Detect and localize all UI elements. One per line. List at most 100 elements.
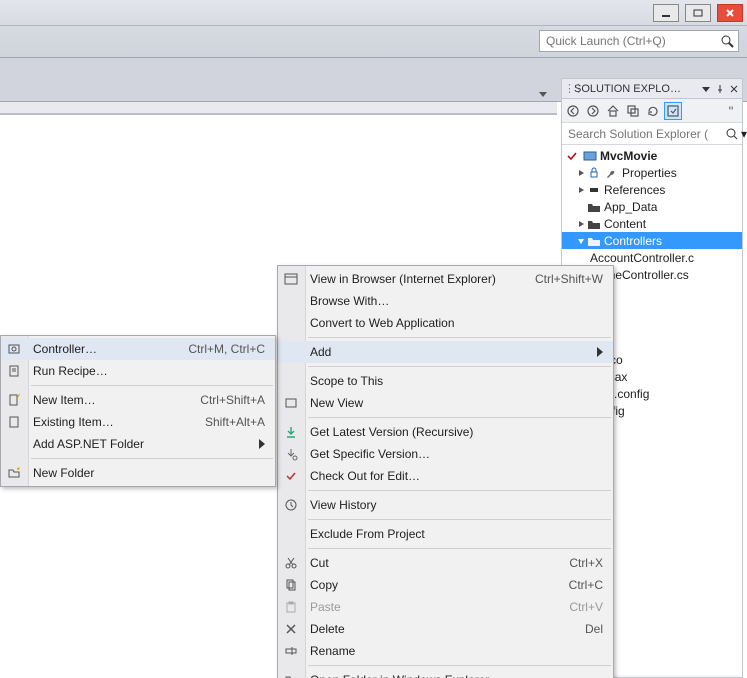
- menu-item-existing-item[interactable]: Existing Item… Shift+Alt+A: [1, 411, 275, 433]
- rename-icon: [282, 642, 300, 660]
- menu-item-exclude[interactable]: Exclude From Project: [278, 523, 613, 545]
- nav-back-icon[interactable]: [564, 102, 582, 120]
- tree-node-file[interactable]: AccountController.c: [562, 249, 742, 266]
- folder-open-icon: [282, 671, 300, 678]
- new-folder-icon: [5, 464, 23, 482]
- tree-node-properties[interactable]: Properties: [562, 164, 742, 181]
- search-icon[interactable]: [725, 127, 739, 141]
- menu-item-new-item[interactable]: New Item… Ctrl+Shift+A: [1, 389, 275, 411]
- panel-title: SOLUTION EXPLO…: [574, 83, 698, 95]
- menu-separator: [308, 490, 611, 491]
- menu-item-get-specific[interactable]: Get Specific Version…: [278, 443, 613, 465]
- menu-item-open-folder[interactable]: Open Folder in Windows Explorer: [278, 669, 613, 678]
- tree-node-solution[interactable]: MvcMovie: [562, 147, 742, 164]
- menu-label: Browse With…: [310, 294, 603, 308]
- copy-icon: [282, 576, 300, 594]
- references-icon: [586, 183, 602, 197]
- collapse-all-icon[interactable]: [624, 102, 642, 120]
- window-close-button[interactable]: [717, 4, 743, 22]
- menu-label: New View: [310, 396, 603, 410]
- pin-icon[interactable]: [714, 83, 726, 95]
- expand-icon[interactable]: [576, 220, 586, 228]
- menu-item-view-in-browser[interactable]: View in Browser (Internet Explorer) Ctrl…: [278, 268, 613, 290]
- menu-label: Delete: [310, 622, 561, 636]
- search-icon[interactable]: [720, 34, 734, 48]
- chevron-right-icon: [259, 439, 265, 449]
- menu-label: Rename: [310, 644, 603, 658]
- menu-label: Get Latest Version (Recursive): [310, 425, 603, 439]
- menu-item-convert[interactable]: Convert to Web Application: [278, 312, 613, 334]
- menu-item-view-history[interactable]: View History: [278, 494, 613, 516]
- sync-with-document-icon[interactable]: [664, 102, 682, 120]
- download-icon: [282, 423, 300, 441]
- more-icon[interactable]: ": [722, 102, 740, 120]
- chevron-down-icon[interactable]: [537, 89, 551, 99]
- menu-shortcut: Ctrl+M, Ctrl+C: [188, 342, 265, 356]
- menu-item-paste: Paste Ctrl+V: [278, 596, 613, 618]
- tree-label: MvcMovie: [600, 149, 657, 163]
- menu-item-cut[interactable]: Cut Ctrl+X: [278, 552, 613, 574]
- project-icon: [582, 149, 598, 163]
- tree-node-content[interactable]: Content: [562, 215, 742, 232]
- cut-icon: [282, 554, 300, 572]
- tree-label: References: [604, 183, 665, 197]
- menu-item-new-view[interactable]: New View: [278, 392, 613, 414]
- menu-item-browse-with[interactable]: Browse With…: [278, 290, 613, 312]
- chevron-down-icon[interactable]: [700, 83, 712, 95]
- menu-separator: [308, 417, 611, 418]
- refresh-icon[interactable]: [644, 102, 662, 120]
- menu-item-new-folder[interactable]: New Folder: [1, 462, 275, 484]
- expand-icon[interactable]: [576, 169, 586, 177]
- tree-node-references[interactable]: References: [562, 181, 742, 198]
- quick-launch-box[interactable]: [539, 30, 739, 52]
- menu-item-controller[interactable]: Controller… Ctrl+M, Ctrl+C: [1, 338, 275, 360]
- menu-separator: [308, 665, 611, 666]
- menu-label: Cut: [310, 556, 545, 570]
- menu-label: Controller…: [33, 342, 164, 356]
- menu-item-scope[interactable]: Scope to This: [278, 370, 613, 392]
- menu-label: Add ASP.NET Folder: [33, 437, 247, 451]
- window-restore-button[interactable]: [685, 4, 711, 22]
- chevron-down-icon[interactable]: ▾: [741, 127, 747, 141]
- menu-item-delete[interactable]: Delete Del: [278, 618, 613, 640]
- menu-shortcut: Ctrl+Shift+W: [535, 272, 603, 286]
- nav-forward-icon[interactable]: [584, 102, 602, 120]
- menu-item-check-out[interactable]: Check Out for Edit…: [278, 465, 613, 487]
- home-icon[interactable]: [604, 102, 622, 120]
- window-minimize-button[interactable]: [653, 4, 679, 22]
- solution-explorer-search[interactable]: ▾: [562, 123, 742, 145]
- menu-shortcut: Ctrl+Shift+A: [200, 393, 265, 407]
- existing-item-icon: [5, 413, 23, 431]
- menu-separator: [308, 519, 611, 520]
- menu-label: Convert to Web Application: [310, 316, 603, 330]
- solution-explorer-search-input[interactable]: [566, 126, 725, 142]
- menu-item-add[interactable]: Add: [278, 341, 613, 363]
- close-icon[interactable]: [728, 83, 740, 95]
- menu-label: Scope to This: [310, 374, 603, 388]
- menu-item-rename[interactable]: Rename: [278, 640, 613, 662]
- collapse-icon[interactable]: [576, 237, 586, 245]
- menu-label: Open Folder in Windows Explorer: [310, 673, 603, 678]
- context-menu: View in Browser (Internet Explorer) Ctrl…: [277, 265, 614, 678]
- menu-shortcut: Ctrl+V: [569, 600, 603, 614]
- history-icon: [282, 496, 300, 514]
- folder-icon: [586, 200, 602, 214]
- tree-node-controllers[interactable]: Controllers: [562, 232, 742, 249]
- expand-icon[interactable]: [576, 186, 586, 194]
- tree-label: Content: [604, 217, 646, 231]
- menu-separator: [308, 337, 611, 338]
- window-titlebar: [0, 0, 747, 26]
- menu-item-asp-folder[interactable]: Add ASP.NET Folder: [1, 433, 275, 455]
- menu-label: New Folder: [33, 466, 265, 480]
- wrench-icon: [604, 166, 620, 180]
- browser-icon: [282, 270, 300, 288]
- tab-strip: [0, 102, 557, 114]
- add-submenu: Controller… Ctrl+M, Ctrl+C Run Recipe… N…: [0, 335, 276, 487]
- menu-item-run-recipe[interactable]: Run Recipe…: [1, 360, 275, 382]
- menu-item-get-latest[interactable]: Get Latest Version (Recursive): [278, 421, 613, 443]
- tree-node-appdata[interactable]: App_Data: [562, 198, 742, 215]
- menu-label: Add: [310, 345, 585, 359]
- quick-launch-input[interactable]: [544, 33, 720, 49]
- menu-item-copy[interactable]: Copy Ctrl+C: [278, 574, 613, 596]
- menu-shortcut: Shift+Alt+A: [205, 415, 265, 429]
